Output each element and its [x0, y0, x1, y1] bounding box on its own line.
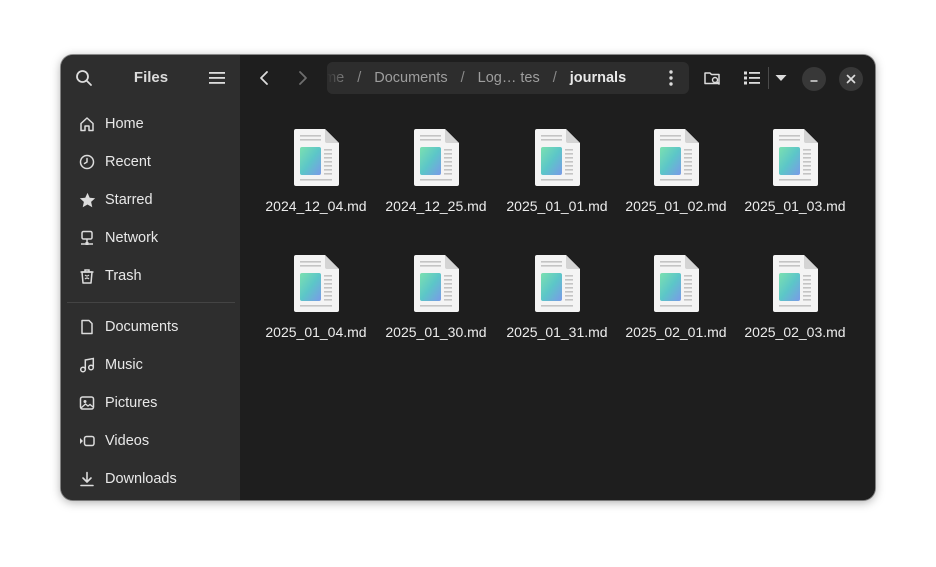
sidebar-item-network[interactable]: Network	[67, 221, 234, 255]
markdown-file-icon	[414, 255, 459, 312]
file-item[interactable]: 2025_01_01.md	[501, 129, 613, 216]
music-icon	[79, 357, 95, 373]
file-item[interactable]: 2025_02_01.md	[620, 255, 732, 342]
file-name: 2024_12_04.md	[265, 198, 367, 214]
file-item[interactable]: 2025_01_04.md	[260, 255, 372, 342]
file-name: 2025_01_03.md	[744, 198, 846, 214]
hamburger-menu-icon	[209, 72, 225, 84]
markdown-file-icon	[773, 255, 818, 312]
sidebar-item-videos[interactable]: Videos	[67, 424, 234, 458]
network-icon	[81, 230, 93, 245]
search-button[interactable]	[71, 64, 97, 92]
sidebar-item-documents[interactable]: Documents	[67, 310, 234, 344]
file-name: 2025_01_02.md	[625, 198, 727, 214]
sidebar-item-label: Videos	[105, 433, 150, 449]
sidebar-item-home[interactable]: Home	[67, 107, 234, 141]
file-item[interactable]: 2024_12_04.md	[260, 129, 372, 216]
sidebar-item-label: Home	[105, 116, 144, 132]
download-icon	[80, 471, 94, 487]
video-icon	[80, 435, 95, 447]
sidebar-divider	[67, 302, 235, 303]
file-item[interactable]: 2024_12_25.md	[380, 129, 492, 216]
markdown-file-icon	[535, 255, 580, 312]
file-item[interactable]: 2025_02_03.md	[739, 255, 851, 342]
sidebar-header: Files	[61, 55, 240, 101]
file-item[interactable]: 2025_01_03.md	[739, 129, 851, 216]
markdown-file-icon	[294, 255, 339, 312]
trash-icon	[80, 269, 94, 284]
search-icon	[76, 70, 92, 86]
document-icon	[81, 319, 93, 335]
home-icon	[80, 117, 94, 132]
files-window: Files Home Recent Starred Network Trash …	[61, 55, 875, 500]
sidebar-item-label: Music	[105, 357, 143, 373]
file-name: 2025_01_01.md	[506, 198, 608, 214]
sidebar-item-label: Downloads	[105, 471, 177, 487]
file-name: 2024_12_25.md	[385, 198, 487, 214]
sidebar-item-music[interactable]: Music	[67, 348, 234, 382]
clock-icon	[79, 154, 95, 170]
star-icon	[79, 192, 96, 207]
sidebar-item-pictures[interactable]: Pictures	[67, 386, 234, 420]
sidebar-item-label: Trash	[105, 268, 142, 284]
sidebar-item-label: Pictures	[105, 395, 158, 411]
markdown-file-icon	[294, 129, 339, 186]
sidebar-item-label: Network	[105, 230, 159, 246]
app-title: Files	[133, 69, 169, 86]
file-name: 2025_01_04.md	[265, 324, 367, 340]
file-item[interactable]: 2025_01_30.md	[380, 255, 492, 342]
file-name: 2025_02_01.md	[625, 324, 727, 340]
file-name: 2025_01_31.md	[506, 324, 608, 340]
markdown-file-icon	[414, 129, 459, 186]
markdown-file-icon	[535, 129, 580, 186]
sidebar-item-recent[interactable]: Recent	[67, 145, 234, 179]
sidebar-item-label: Documents	[105, 319, 179, 335]
sidebar-item-trash[interactable]: Trash	[67, 259, 234, 293]
main-pane: ome / Documents / Log… tes / journals	[240, 55, 875, 500]
sidebar-item-label: Starred	[105, 192, 153, 208]
markdown-file-icon	[654, 129, 699, 186]
file-item[interactable]: 2025_01_02.md	[620, 129, 732, 216]
file-grid: 2024_12_04.md 2024_12_25.md 2025_01_01.md 2…	[240, 55, 875, 500]
markdown-file-icon	[773, 129, 818, 186]
sidebar: Files Home Recent Starred Network Trash …	[61, 55, 240, 500]
file-name: 2025_02_03.md	[744, 324, 846, 340]
sidebar-item-label: Recent	[105, 154, 151, 170]
picture-icon	[79, 396, 95, 410]
file-item[interactable]: 2025_01_31.md	[501, 255, 613, 342]
main-menu-button[interactable]	[203, 64, 231, 92]
sidebar-item-downloads[interactable]: Downloads	[67, 462, 234, 496]
sidebar-item-starred[interactable]: Starred	[67, 183, 234, 217]
markdown-file-icon	[654, 255, 699, 312]
file-name: 2025_01_30.md	[385, 324, 487, 340]
